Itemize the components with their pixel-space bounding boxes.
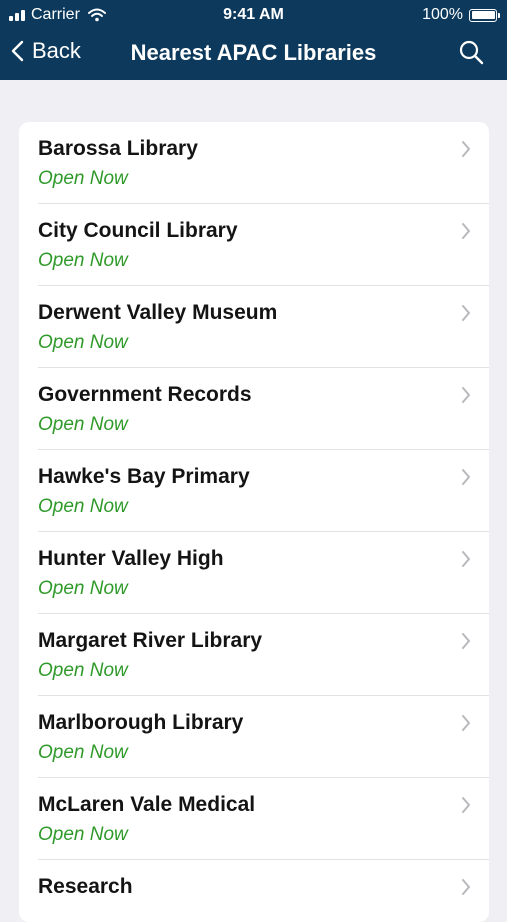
library-name: City Council Library <box>38 219 238 242</box>
search-icon[interactable] <box>457 38 485 66</box>
chevron-right-icon <box>462 715 470 731</box>
open-status: Open Now <box>38 496 128 517</box>
open-status: Open Now <box>38 250 128 271</box>
chevron-right-icon <box>462 469 470 485</box>
list-item[interactable]: McLaren Vale Medical Open Now <box>19 778 489 860</box>
list-item[interactable]: Hunter Valley High Open Now <box>19 532 489 614</box>
status-bar: Carrier 9:41 AM 100% <box>0 0 507 32</box>
library-name: Barossa Library <box>38 137 198 160</box>
chevron-right-icon <box>462 305 470 321</box>
library-name: Hunter Valley High <box>38 547 224 570</box>
list-item[interactable]: Margaret River Library Open Now <box>19 614 489 696</box>
chevron-right-icon <box>462 141 470 157</box>
chevron-right-icon <box>462 223 470 239</box>
library-name: McLaren Vale Medical <box>38 793 256 816</box>
library-name: Research <box>38 875 133 898</box>
library-name: Derwent Valley Museum <box>38 301 278 324</box>
navigation-bar: Back Nearest APAC Libraries <box>0 32 507 80</box>
library-name: Margaret River Library <box>38 629 263 652</box>
list-item[interactable]: City Council Library Open Now <box>19 204 489 286</box>
open-status: Open Now <box>38 332 128 353</box>
open-status: Open Now <box>38 660 128 681</box>
open-status: Open Now <box>38 742 128 763</box>
list-item[interactable]: Barossa Library Open Now <box>19 122 489 204</box>
library-list: Barossa Library Open Now City Council Li… <box>19 122 489 922</box>
chevron-right-icon <box>462 879 470 895</box>
chevron-right-icon <box>462 633 470 649</box>
battery-percentage: 100% <box>422 6 463 23</box>
open-status: Open Now <box>38 824 128 845</box>
header: Carrier 9:41 AM 100% Back Nearest APAC L… <box>0 0 507 80</box>
library-name: Marlborough Library <box>38 711 244 734</box>
list-item[interactable]: Marlborough Library Open Now <box>19 696 489 778</box>
list-item[interactable]: Hawke's Bay Primary Open Now <box>19 450 489 532</box>
library-name: Government Records <box>38 383 252 406</box>
list-item[interactable]: Government Records Open Now <box>19 368 489 450</box>
page-title: Nearest APAC Libraries <box>130 40 377 65</box>
open-status: Open Now <box>38 168 128 189</box>
chevron-right-icon <box>462 551 470 567</box>
list-item[interactable]: Research <box>19 860 489 922</box>
chevron-right-icon <box>462 387 470 403</box>
open-status: Open Now <box>38 578 128 599</box>
open-status: Open Now <box>38 414 128 435</box>
battery-icon <box>469 8 500 22</box>
chevron-right-icon <box>462 797 470 813</box>
status-right: 100% <box>422 6 500 24</box>
list-item[interactable]: Derwent Valley Museum Open Now <box>19 286 489 368</box>
library-name: Hawke's Bay Primary <box>38 465 250 488</box>
